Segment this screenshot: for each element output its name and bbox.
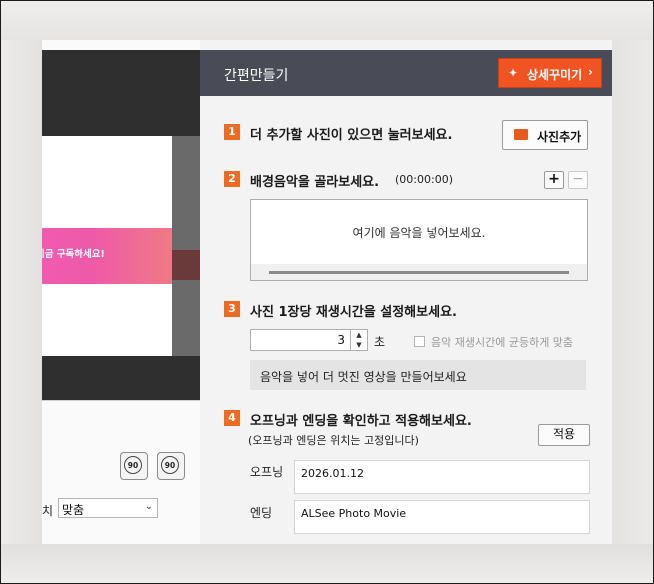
screenshot-border [0,0,654,584]
